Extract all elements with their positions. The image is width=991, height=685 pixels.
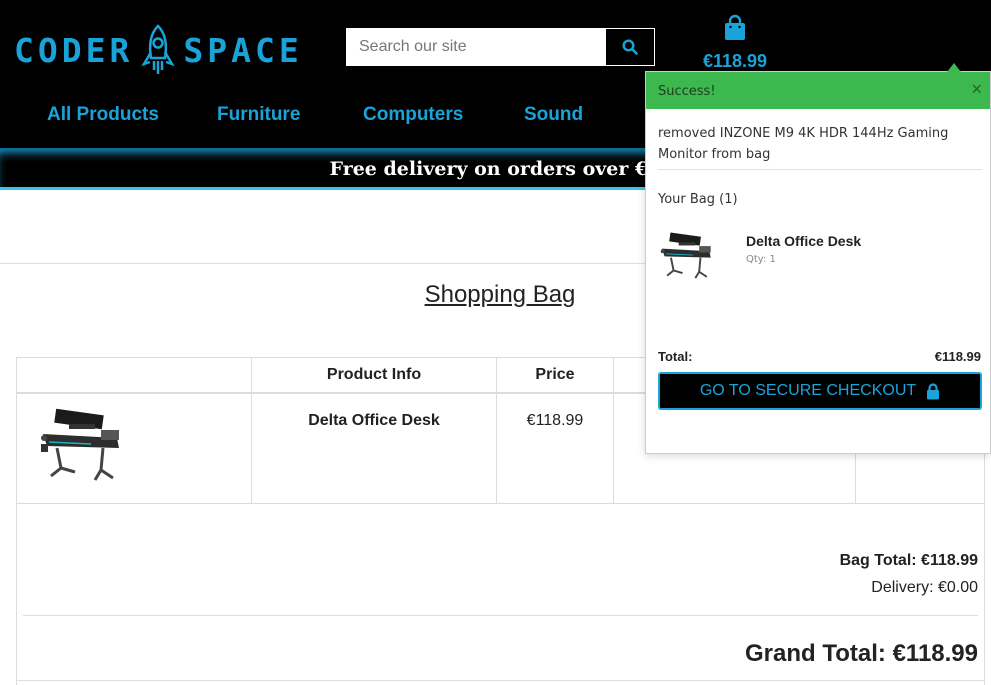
shopping-bag-icon (725, 14, 745, 40)
toast-bag-count: Your Bag (1) (658, 192, 738, 207)
nav-sound[interactable]: Sound (524, 104, 583, 126)
site-logo[interactable]: CODER SPACE (14, 24, 303, 76)
toast-title: Success! (658, 84, 716, 99)
toast-divider (658, 169, 982, 170)
toast-total-value: €118.99 (934, 349, 981, 364)
rocket-logo-icon (141, 24, 176, 74)
product-name[interactable]: Delta Office Desk (252, 412, 496, 430)
column-header-price: Price (535, 366, 575, 383)
delivery-cost: Delivery: €0.00 (871, 579, 978, 596)
toast-item-name: Delta Office Desk (746, 233, 862, 249)
lock-icon (927, 382, 940, 399)
bag-totals: Bag Total: €118.99 Delivery: €0.00 Grand… (16, 504, 985, 685)
bag-link[interactable]: €118.99 (700, 14, 770, 72)
toast-header: Success! × (646, 72, 990, 109)
toast-item-qty: Qty: 1 (746, 254, 776, 265)
grand-total: Grand Total: €118.99 (745, 640, 978, 667)
secure-checkout-button[interactable]: GO TO SECURE CHECKOUT (658, 372, 982, 410)
table-column-divider (613, 358, 614, 503)
success-toast: Success! × removed INZONE M9 4K HDR 144H… (645, 63, 991, 454)
bag-total: Bag Total: €118.99 (839, 552, 978, 569)
product-price: €118.99 (526, 412, 584, 429)
bag-total-amount: €118.99 (702, 51, 768, 71)
search-form (346, 28, 655, 66)
toast-message: removed INZONE M9 4K HDR 144Hz Gaming Mo… (658, 126, 949, 162)
product-image (41, 408, 119, 481)
search-icon (622, 39, 638, 55)
totals-bottom-divider (17, 680, 984, 681)
logo-text-right: SPACE (183, 30, 303, 70)
nav-all-products[interactable]: All Products (47, 104, 159, 126)
logo-text-left: CODER (14, 30, 134, 70)
toast-product-image (660, 232, 711, 279)
search-input[interactable] (347, 29, 605, 65)
toast-total-label: Total: (658, 349, 693, 364)
toast-arrow (947, 63, 961, 72)
search-button[interactable] (605, 29, 654, 65)
nav-computers[interactable]: Computers (363, 104, 463, 126)
column-header-product-info: Product Info (326, 366, 422, 383)
totals-divider (23, 615, 978, 616)
nav-furniture[interactable]: Furniture (217, 104, 300, 126)
checkout-button-label: GO TO SECURE CHECKOUT (699, 382, 917, 399)
close-icon[interactable]: × (971, 80, 982, 98)
